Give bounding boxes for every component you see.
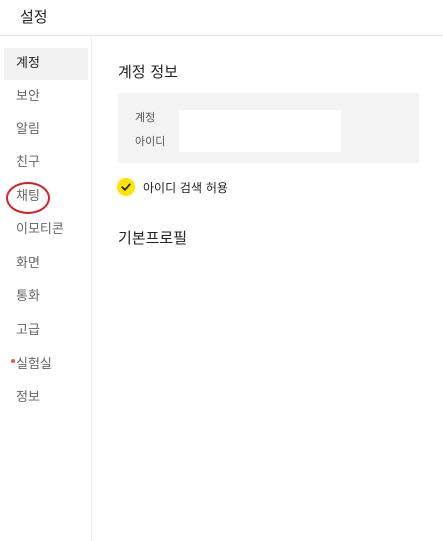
sidebar-item-emoticons[interactable]: 이모티콘	[4, 214, 88, 246]
settings-sidebar: 계정 보안 알림 친구 채팅 이모티콘 화면 통화 고급 실험실 정보	[0, 36, 92, 541]
section-title-account-info: 계정 정보	[118, 63, 178, 81]
new-badge-dot	[11, 359, 15, 363]
sidebar-item-notifications[interactable]: 알림	[4, 114, 88, 146]
title-bar: 설정	[0, 0, 443, 36]
account-label: 계정	[135, 111, 156, 124]
allow-id-search-label: 아이디 검색 허용	[143, 180, 228, 195]
account-id-field[interactable]	[179, 110, 341, 152]
sidebar-item-security[interactable]: 보안	[4, 81, 88, 113]
window-title: 설정	[20, 8, 48, 26]
sidebar-item-info[interactable]: 정보	[4, 382, 88, 414]
sidebar-item-display[interactable]: 화면	[4, 248, 88, 280]
sidebar-item-calls[interactable]: 통화	[4, 281, 88, 313]
sidebar-item-label: 실험실	[16, 357, 52, 372]
sidebar-item-account[interactable]: 계정	[4, 48, 88, 80]
account-id-panel: 계정 아이디	[118, 93, 419, 163]
sidebar-item-chat[interactable]: 채팅	[4, 181, 88, 213]
allow-id-search-checkbox[interactable]: 아이디 검색 허용	[117, 177, 228, 197]
sidebar-item-advanced[interactable]: 고급	[4, 315, 88, 347]
sidebar-item-labs[interactable]: 실험실	[4, 349, 88, 381]
id-label: 아이디	[135, 135, 166, 148]
section-title-default-profile: 기본프로필	[118, 229, 188, 247]
sidebar-item-friends[interactable]: 친구	[4, 147, 88, 179]
check-icon	[117, 178, 135, 196]
